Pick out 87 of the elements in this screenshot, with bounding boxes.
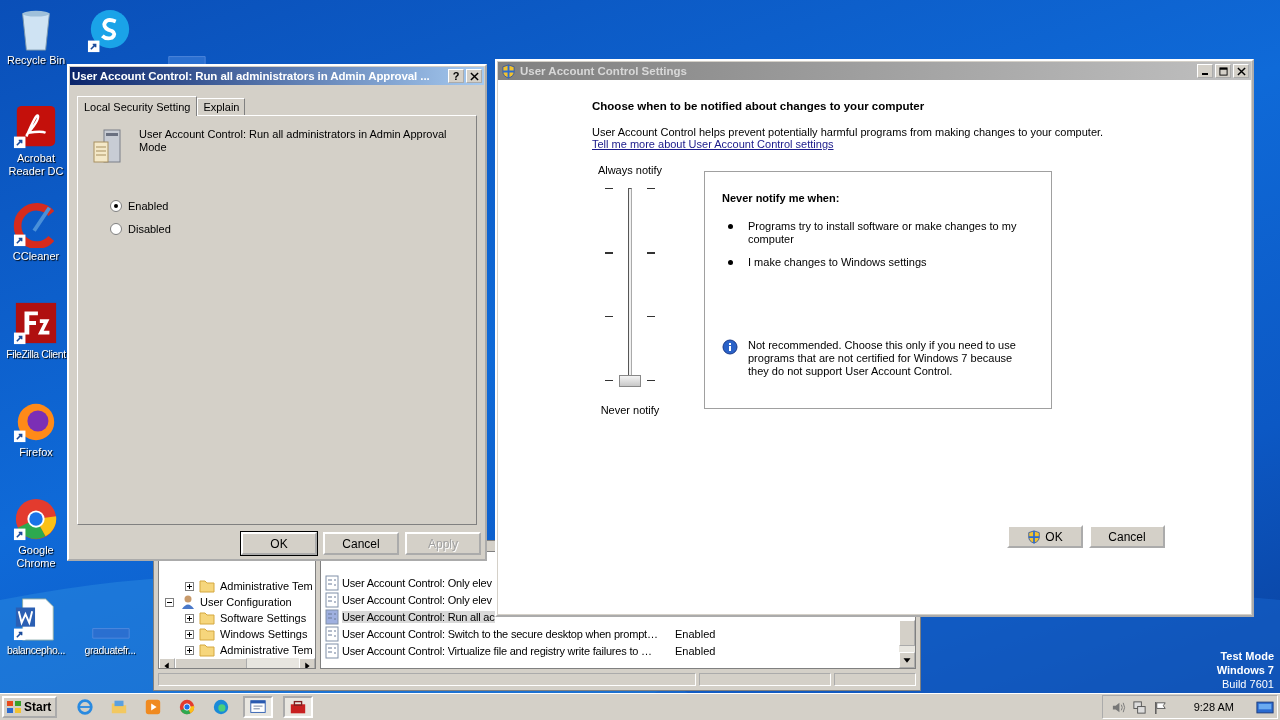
- slider-thumb[interactable]: [619, 375, 641, 387]
- minimize-button[interactable]: [1197, 64, 1213, 78]
- shield-icon: [501, 63, 516, 79]
- bullet-icon: [728, 224, 733, 229]
- tree-item[interactable]: Administrative Tem: [220, 580, 313, 592]
- dialog-button[interactable]: Cancel: [323, 532, 399, 555]
- scroll-down-button[interactable]: [899, 652, 915, 668]
- tree-item[interactable]: User Configuration: [200, 596, 292, 608]
- desktop-icon-label[interactable]: graduatefr...: [84, 644, 136, 657]
- tree-item[interactable]: Software Settings: [220, 612, 307, 624]
- desktop-icon-label[interactable]: Google Chrome: [3, 544, 69, 570]
- dialog-button[interactable]: Cancel: [1089, 525, 1165, 548]
- windows-logo-icon: [6, 699, 22, 715]
- bullet-text: Programs try to install software or make changes to my computer: [748, 220, 1018, 246]
- clock[interactable]: 9:28 AM: [1193, 701, 1234, 713]
- desktop-icon-label[interactable]: Acrobat Reader DC: [3, 152, 69, 178]
- radio-button[interactable]: [110, 200, 122, 212]
- os-build-text: Build 7601: [1222, 677, 1274, 691]
- tree-item[interactable]: Windows Settings: [220, 628, 308, 640]
- policy-name[interactable]: User Account Control: Only elev: [342, 593, 492, 606]
- radio-button[interactable]: [110, 223, 122, 235]
- heading: Choose when to be notified about changes to your computer: [592, 100, 926, 112]
- window-title: User Account Control: Run all administrators in Admin Approval ...: [72, 70, 431, 82]
- help-button[interactable]: ?: [448, 69, 464, 83]
- desktop-icon-label[interactable]: Firefox: [19, 446, 53, 459]
- expand-icon[interactable]: [185, 613, 194, 623]
- toolbox-taskbar-icon[interactable]: [283, 696, 314, 718]
- tab[interactable]: Local Security Setting: [77, 96, 198, 116]
- bullet-icon: [728, 260, 733, 265]
- maximize-icon: [1218, 66, 1228, 76]
- radio-label: Disabled: [128, 223, 171, 235]
- tab[interactable]: Explain: [197, 98, 246, 115]
- server-icon: [92, 128, 124, 164]
- desktop-icon-label[interactable]: FileZilla Client: [6, 348, 66, 361]
- policy-icon: [324, 574, 340, 591]
- policy-name[interactable]: User Account Control: Run all ac: [342, 610, 495, 623]
- radio-option[interactable]: Disabled: [110, 223, 462, 235]
- description: User Account Control helps prevent potentially harmful programs from making changes to your computer.: [592, 126, 1105, 138]
- security-setting: Enabled: [675, 644, 716, 657]
- slider-label: Never notify: [600, 404, 660, 416]
- os-build-text: Windows 7: [1216, 663, 1274, 677]
- policy-icon: [324, 591, 340, 608]
- expand-icon[interactable]: [185, 629, 194, 639]
- panel-heading: Never notify me when:: [722, 192, 841, 204]
- tree-item[interactable]: Administrative Tem: [220, 644, 313, 656]
- help-link[interactable]: Tell me more about User Account Control settings: [592, 138, 834, 150]
- slider-label: Always notify: [597, 164, 663, 176]
- collapse-icon[interactable]: [165, 597, 174, 607]
- policy-name[interactable]: User Account Control: Switch to the secure desktop when prompt…: [342, 627, 675, 640]
- window-title: User Account Control Settings: [520, 65, 688, 77]
- start-button[interactable]: Start: [2, 696, 58, 718]
- radio-option[interactable]: Enabled: [110, 200, 462, 212]
- dialog-button[interactable]: OK: [1007, 525, 1083, 548]
- console-taskbar-icon[interactable]: [243, 696, 274, 718]
- policy-icon: [324, 642, 340, 659]
- desktop-icon-label[interactable]: CCleaner: [12, 250, 60, 263]
- info-icon: [722, 339, 738, 355]
- folder-icon: [199, 610, 215, 626]
- os-build-text: Test Mode: [1220, 649, 1274, 663]
- close-button[interactable]: [1233, 64, 1249, 78]
- desktop-icon-label[interactable]: Recycle Bin: [6, 54, 66, 67]
- minimize-icon: [1202, 72, 1208, 75]
- chrome-icon[interactable]: [13, 496, 59, 542]
- close-button[interactable]: [466, 69, 482, 83]
- policy-icon: [324, 625, 340, 642]
- security-setting: Enabled: [675, 627, 716, 640]
- expand-icon[interactable]: [185, 581, 194, 591]
- policy-icon: [324, 608, 340, 625]
- dialog-button[interactable]: OK: [241, 532, 317, 555]
- folder-icon: [199, 578, 215, 594]
- shield-icon: [1027, 529, 1042, 544]
- policy-name[interactable]: User Account Control: Only elev: [342, 576, 492, 589]
- vertical-scrollbar[interactable]: [899, 620, 915, 668]
- policy-title: User Account Control: Run all administrators in Admin Approval Mode: [139, 128, 448, 154]
- expand-icon[interactable]: [185, 645, 194, 655]
- show-desktop-icon[interactable]: [1256, 699, 1274, 715]
- policy-name[interactable]: User Account Control: Virtualize file and registry write failures to …: [342, 644, 675, 657]
- network-icon[interactable]: [1131, 699, 1147, 715]
- flag-icon[interactable]: [1152, 699, 1168, 715]
- folder-icon: [199, 626, 215, 642]
- radio-label: Enabled: [128, 200, 169, 212]
- desktop-icon-label[interactable]: balancepho...: [7, 644, 65, 657]
- filezilla-icon[interactable]: [13, 300, 59, 346]
- warning-text: Not recommended. Choose this only if you need to use programs that are not certified for Windows 7 because they do not support User Account Control.: [748, 339, 1017, 378]
- bullet-text: I make changes to Windows settings: [748, 256, 927, 269]
- user-icon: [179, 594, 195, 610]
- maximize-button[interactable]: [1215, 64, 1231, 78]
